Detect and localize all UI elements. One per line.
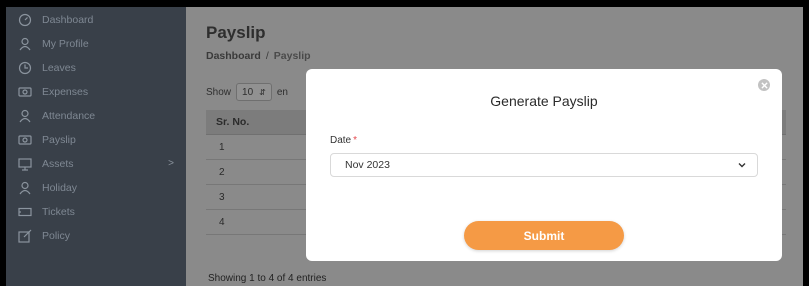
breadcrumb: Dashboard / Payslip xyxy=(206,50,311,62)
sidebar-item-label: Holiday xyxy=(42,182,78,194)
close-icon xyxy=(760,76,768,94)
monitor-icon xyxy=(18,157,32,171)
sidebar-item-label: Leaves xyxy=(42,62,76,74)
submit-button[interactable]: Submit xyxy=(464,221,624,250)
clock-icon xyxy=(18,61,32,75)
sidebar-item-label: Expenses xyxy=(42,86,89,98)
chevron-down-icon xyxy=(737,160,747,170)
sidebar-item-attendance[interactable]: Attendance xyxy=(6,105,186,127)
sidebar-item-my-profile[interactable]: My Profile xyxy=(6,33,186,55)
app-frame: Dashboard My Profile Leaves Expenses Att… xyxy=(6,7,803,286)
sidebar-item-label: Payslip xyxy=(42,134,76,146)
sidebar-item-assets[interactable]: Assets > xyxy=(6,153,186,175)
entries-label: en xyxy=(276,86,288,98)
ticket-icon xyxy=(18,205,32,219)
money-icon xyxy=(18,133,32,147)
sidebar-item-policy[interactable]: Policy xyxy=(6,225,186,247)
sidebar-item-leaves[interactable]: Leaves xyxy=(6,57,186,79)
breadcrumb-dashboard-link[interactable]: Dashboard xyxy=(206,50,261,62)
date-label-text: Date xyxy=(330,135,352,146)
sidebar-item-label: Assets xyxy=(42,158,74,170)
sidebar-item-label: My Profile xyxy=(42,38,89,50)
date-field-label: Date * xyxy=(330,135,357,146)
money-icon xyxy=(18,85,32,99)
page-size-value: 10 xyxy=(242,86,254,98)
date-select[interactable]: Nov 2023 xyxy=(330,153,758,177)
breadcrumb-current: Payslip xyxy=(273,50,311,62)
table-info: Showing 1 to 4 of 4 entries xyxy=(208,273,327,284)
sidebar-item-dashboard[interactable]: Dashboard xyxy=(6,9,186,31)
sidebar-item-label: Tickets xyxy=(42,206,75,218)
user-icon xyxy=(18,109,32,123)
date-select-value: Nov 2023 xyxy=(345,159,390,171)
required-asterisk: * xyxy=(353,135,358,146)
user-icon xyxy=(18,181,32,195)
sidebar-item-tickets[interactable]: Tickets xyxy=(6,201,186,223)
sidebar-item-holiday[interactable]: Holiday xyxy=(6,177,186,199)
show-label: Show xyxy=(206,86,232,98)
sidebar-item-payslip[interactable]: Payslip xyxy=(6,129,186,151)
page-size-select[interactable]: 10 ⇵ xyxy=(236,83,272,101)
sidebar: Dashboard My Profile Leaves Expenses Att… xyxy=(6,7,186,286)
sidebar-item-label: Policy xyxy=(42,230,71,242)
sort-arrows-icon: ⇵ xyxy=(259,87,266,97)
sidebar-item-expenses[interactable]: Expenses xyxy=(6,81,186,103)
page-title: Payslip xyxy=(206,23,266,42)
edit-icon xyxy=(18,229,32,243)
chevron-right-icon: > xyxy=(168,158,174,169)
page-size-control: Show 10 ⇵ en xyxy=(206,83,288,101)
sidebar-item-label: Dashboard xyxy=(42,14,94,26)
breadcrumb-separator: / xyxy=(265,50,269,62)
dashboard-gauge-icon xyxy=(18,13,32,27)
user-icon xyxy=(18,37,32,51)
generate-payslip-modal: Generate Payslip Date * Nov 2023 Submit xyxy=(306,69,782,261)
sidebar-item-label: Attendance xyxy=(42,110,96,122)
modal-title: Generate Payslip xyxy=(490,93,598,109)
close-button[interactable] xyxy=(758,79,770,91)
